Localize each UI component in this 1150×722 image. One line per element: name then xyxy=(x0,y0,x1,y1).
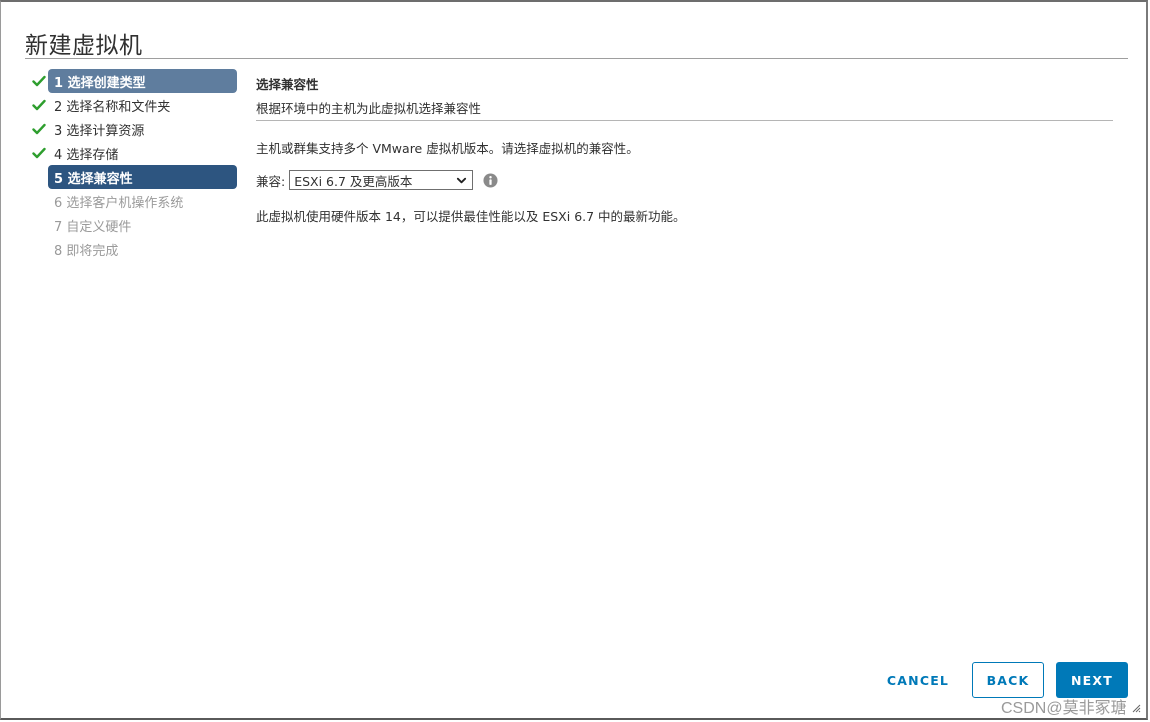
wizard-step-label: 1 选择创建类型 xyxy=(48,69,237,93)
next-button[interactable]: NEXT xyxy=(1056,662,1128,698)
wizard-step-label: 2 选择名称和文件夹 xyxy=(54,99,171,115)
compat-row: 兼容: ESXi 6.7 及更高版本 xyxy=(256,170,498,190)
cancel-button[interactable]: CANCEL xyxy=(877,662,959,698)
compat-label: 兼容: xyxy=(256,173,286,189)
wizard-step-4[interactable]: 4 选择存储 xyxy=(31,141,239,165)
section-divider xyxy=(256,120,1113,121)
hardware-version-note: 此虚拟机使用硬件版本 14，可以提供最佳性能以及 ESXi 6.7 中的最新功能… xyxy=(256,209,686,224)
wizard-step-2[interactable]: 2 选择名称和文件夹 xyxy=(31,93,239,117)
wizard-step-6: 6 选择客户机操作系统 xyxy=(31,189,239,213)
wizard-step-label: 8 即将完成 xyxy=(54,243,119,259)
info-icon[interactable] xyxy=(483,172,498,188)
compat-description: 主机或群集支持多个 VMware 虚拟机版本。请选择虚拟机的兼容性。 xyxy=(256,141,639,156)
check-icon xyxy=(32,99,46,111)
watermark: CSDN@莫非冢瑭 xyxy=(1001,700,1127,717)
check-icon xyxy=(32,147,46,159)
chevron-down-icon xyxy=(457,177,467,183)
section-subtitle: 根据环境中的主机为此虚拟机选择兼容性 xyxy=(256,101,482,116)
wizard-steps: 1 选择创建类型 2 选择名称和文件夹 3 选择计算资源 4 选择存储 5 选择… xyxy=(31,69,239,261)
wizard-step-3[interactable]: 3 选择计算资源 xyxy=(31,117,239,141)
wizard-step-label: 3 选择计算资源 xyxy=(54,123,145,139)
compat-select[interactable]: ESXi 6.7 及更高版本 xyxy=(289,170,474,190)
dialog-title: 新建虚拟机 xyxy=(25,33,143,59)
wizard-step-8: 8 即将完成 xyxy=(31,237,239,261)
compat-selected-value: ESXi 6.7 及更高版本 xyxy=(294,173,413,189)
section-title: 选择兼容性 xyxy=(256,77,319,92)
wizard-step-1[interactable]: 1 选择创建类型 xyxy=(31,69,239,93)
wizard-step-label: 4 选择存储 xyxy=(54,147,119,163)
new-vm-dialog: 新建虚拟机 1 选择创建类型 2 选择名称和文件夹 3 选择计算资源 4 选择存… xyxy=(0,0,1148,720)
wizard-step-label: 7 自定义硬件 xyxy=(54,219,132,235)
title-divider xyxy=(25,58,1128,59)
wizard-step-label: 5 选择兼容性 xyxy=(48,165,237,189)
wizard-step-5[interactable]: 5 选择兼容性 xyxy=(31,165,239,189)
check-icon xyxy=(32,123,46,135)
check-icon xyxy=(32,75,46,87)
wizard-step-7: 7 自定义硬件 xyxy=(31,213,239,237)
back-button[interactable]: BACK xyxy=(972,662,1044,698)
resize-grip-icon[interactable] xyxy=(1132,704,1141,713)
wizard-step-label: 6 选择客户机操作系统 xyxy=(54,195,184,211)
